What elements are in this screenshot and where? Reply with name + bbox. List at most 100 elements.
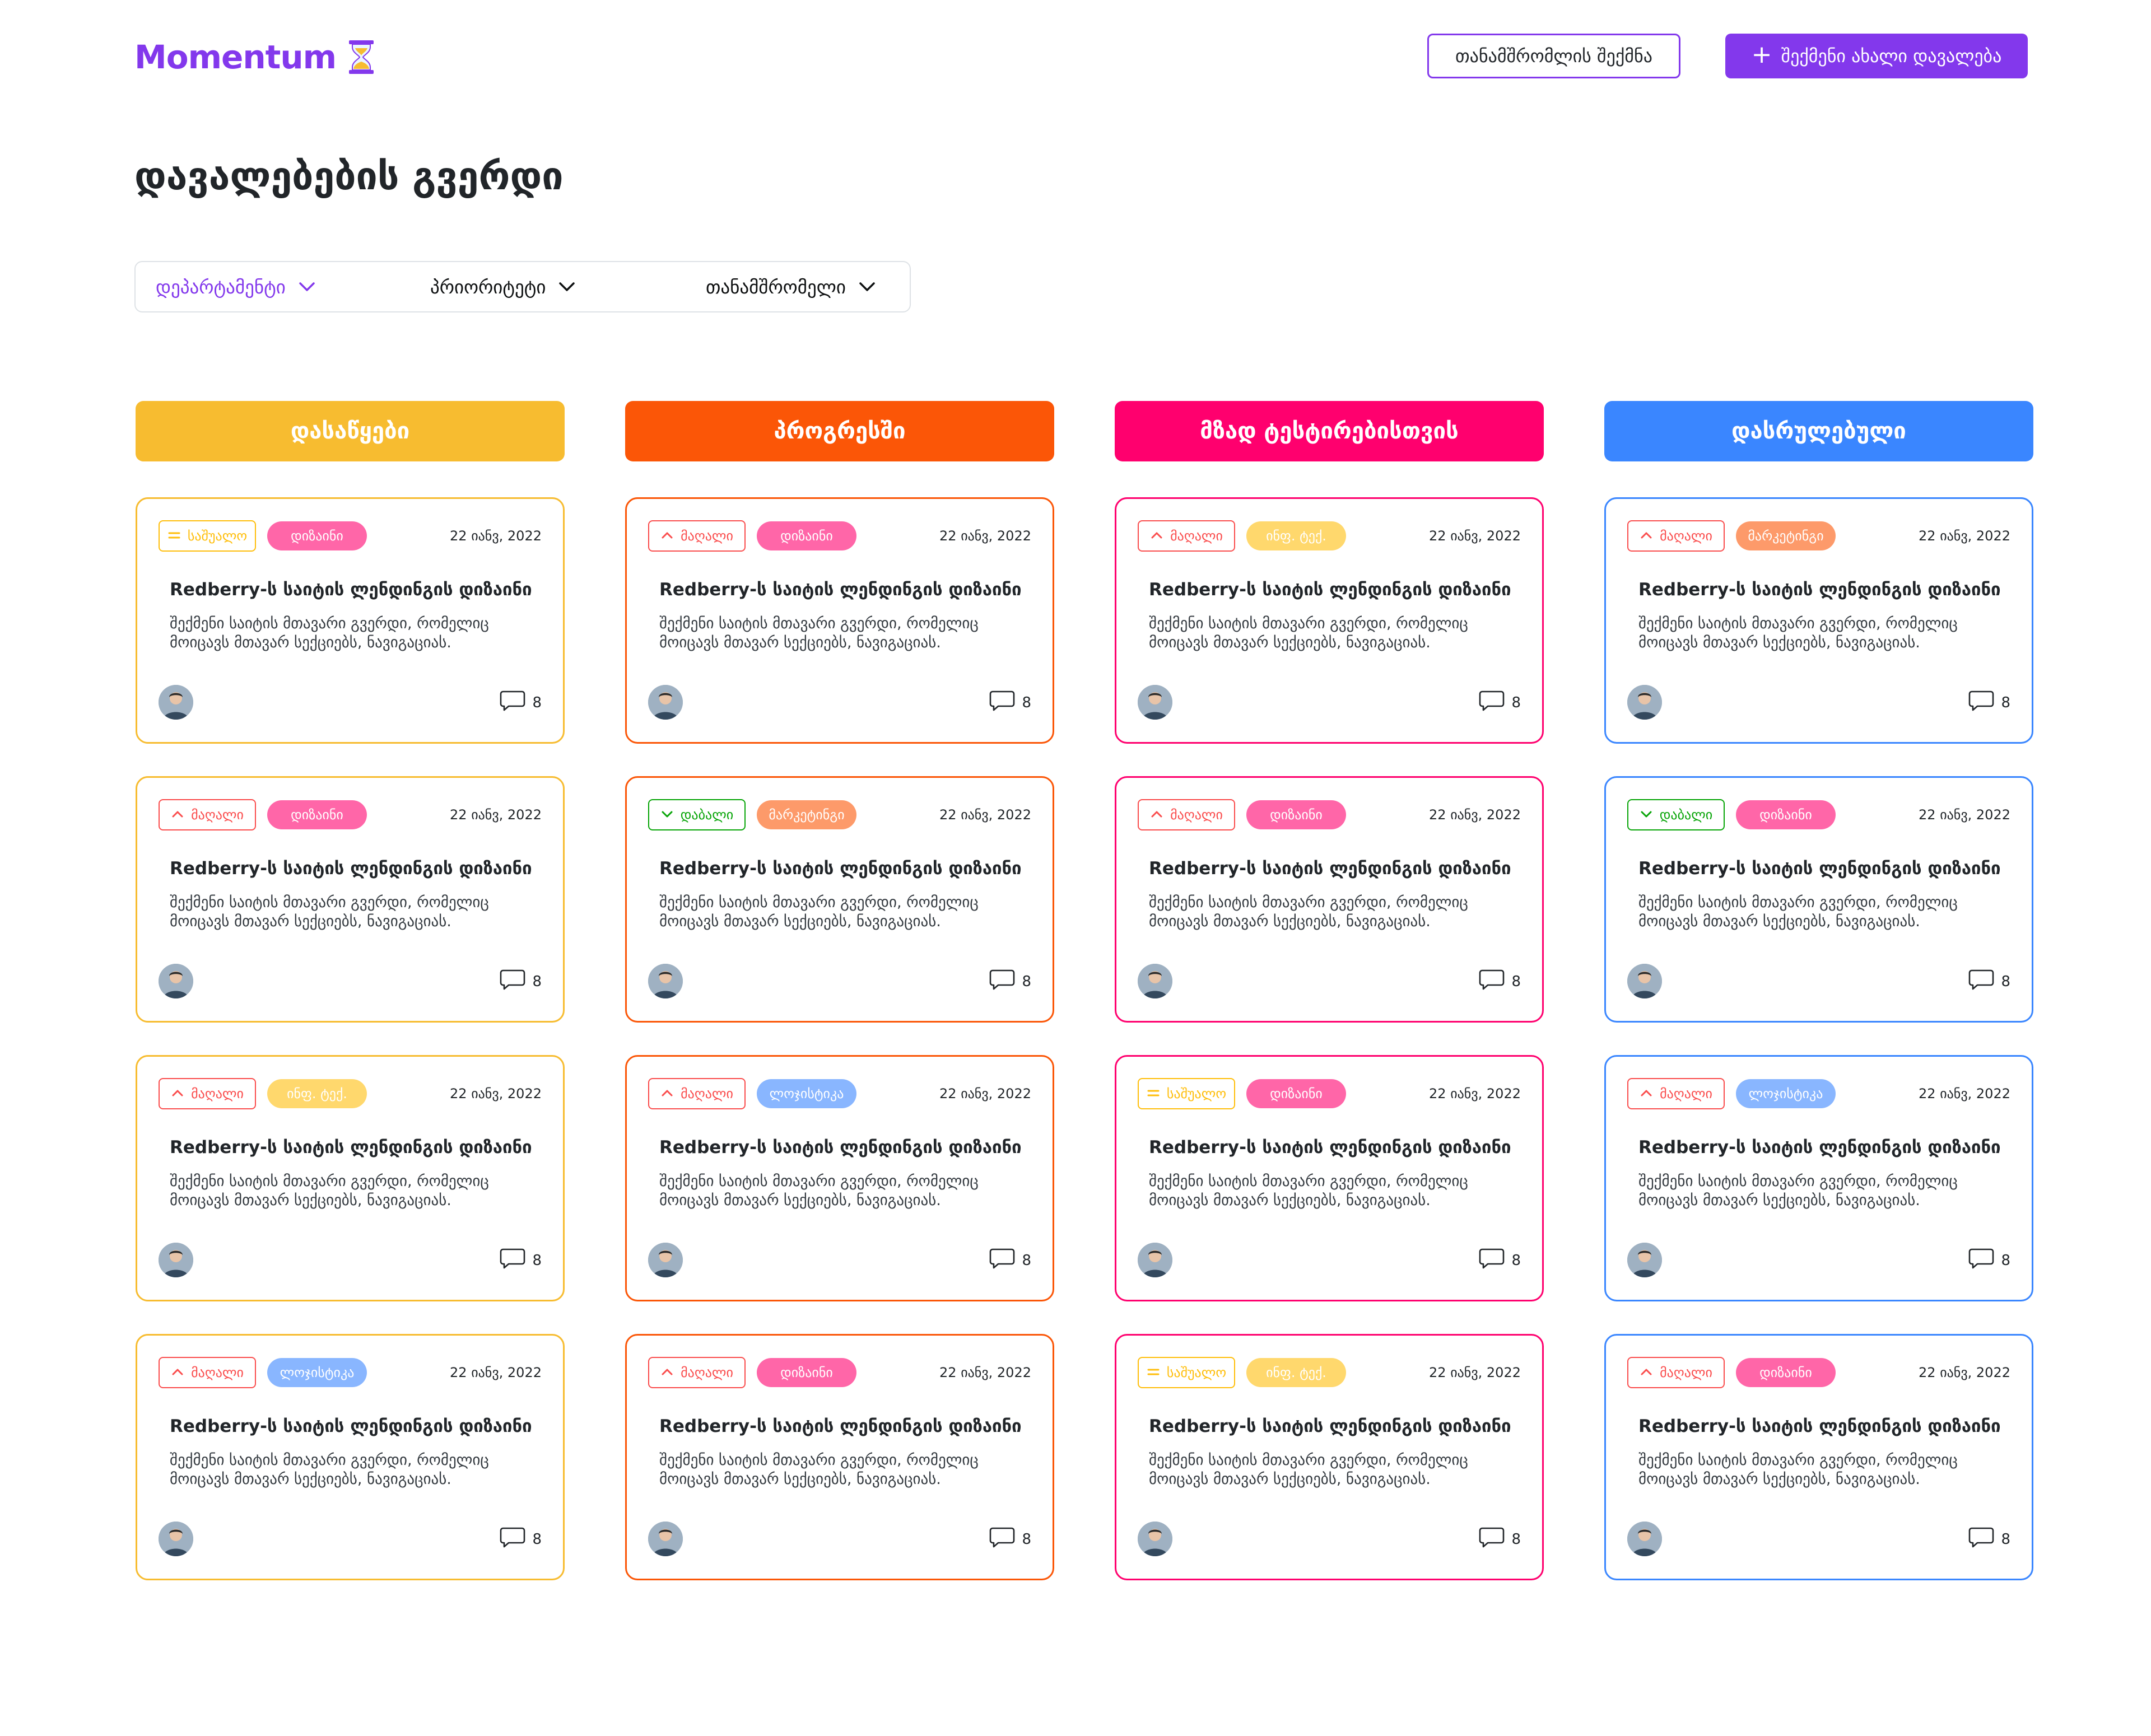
task-card[interactable]: მაღალი დიზაინი 22 იანვ, 2022 Redberry-ს … <box>625 1334 1054 1580</box>
priority-badge: დაბალი <box>1627 799 1725 830</box>
comments: 8 <box>1479 968 1521 995</box>
comment-icon <box>500 1526 525 1552</box>
plus-icon: + <box>1751 40 1772 69</box>
task-date: 22 იანვ, 2022 <box>450 528 542 544</box>
priority-label: მაღალი <box>681 1086 733 1102</box>
comment-count: 8 <box>2001 1252 2010 1269</box>
logo-text: Momentum <box>134 38 337 76</box>
task-card[interactable]: მაღალი ინფ. ტექ. 22 იანვ, 2022 Redberry-… <box>136 1055 565 1301</box>
comments: 8 <box>1479 1247 1521 1273</box>
filter-priority-label: პრიორიტეტი <box>430 276 546 298</box>
priority-label: მაღალი <box>681 1365 733 1380</box>
chevron-up-icon <box>1640 528 1653 544</box>
task-card[interactable]: მაღალი მარკეტინგი 22 იანვ, 2022 Redberry… <box>1604 497 2033 744</box>
task-title: Redberry-ს საიტის ლენდინგის დიზაინი <box>659 1416 1022 1436</box>
priority-label: დაბალი <box>680 807 734 823</box>
priority-label: მაღალი <box>191 1365 244 1380</box>
task-card[interactable]: მაღალი ინფ. ტექ. 22 იანვ, 2022 Redberry-… <box>1115 497 1544 744</box>
task-description: შექმენი საიტის მთავარი გვერდი, რომელიც მ… <box>1638 615 1958 651</box>
task-card[interactable]: საშუალო დიზაინი 22 იანვ, 2022 Redberry-ს… <box>1115 1055 1544 1301</box>
task-card[interactable]: დაბალი დიზაინი 22 იანვ, 2022 Redberry-ს … <box>1604 776 2033 1023</box>
comment-count: 8 <box>2001 694 2010 711</box>
department-badge: დიზაინი <box>1246 800 1346 829</box>
chevron-up-icon <box>171 807 184 823</box>
department-badge: ინფ. ტექ. <box>267 1079 367 1108</box>
avatar <box>159 964 193 998</box>
chevron-up-icon <box>1640 1365 1653 1380</box>
task-description: შექმენი საიტის მთავარი გვერდი, რომელიც მ… <box>170 615 489 651</box>
comments: 8 <box>1968 1526 2010 1552</box>
avatar <box>1627 964 1662 998</box>
task-card[interactable]: მაღალი ლოჯისტიკა 22 იანვ, 2022 Redberry-… <box>136 1334 565 1580</box>
task-date: 22 იანვ, 2022 <box>939 1365 1031 1380</box>
task-card[interactable]: დაბალი მარკეტინგი 22 იანვ, 2022 Redberry… <box>625 776 1054 1023</box>
task-title: Redberry-ს საიტის ლენდინგის დიზაინი <box>1149 580 1511 600</box>
task-card[interactable]: მაღალი დიზაინი 22 იანვ, 2022 Redberry-ს … <box>136 776 565 1023</box>
priority-badge: მაღალი <box>1627 520 1725 552</box>
comment-icon <box>989 968 1015 995</box>
avatar <box>1627 1243 1662 1277</box>
comment-icon <box>1479 1526 1505 1552</box>
comments: 8 <box>1479 689 1521 716</box>
task-card[interactable]: საშუალო დიზაინი 22 იანვ, 2022 Redberry-ს… <box>136 497 565 744</box>
task-date: 22 იანვ, 2022 <box>1429 1086 1521 1102</box>
department-badge: მარკეტინგი <box>757 800 856 829</box>
priority-badge: მაღალი <box>1627 1357 1725 1388</box>
priority-label: საშუალო <box>1166 1365 1227 1380</box>
chevron-down-icon <box>1640 807 1653 823</box>
task-title: Redberry-ს საიტის ლენდინგის დიზაინი <box>1149 1416 1511 1436</box>
department-badge: ინფ. ტექ. <box>1246 1358 1346 1387</box>
priority-label: მაღალი <box>191 1086 244 1102</box>
avatar <box>1138 1522 1172 1556</box>
department-badge: დიზაინი <box>1736 800 1836 829</box>
priority-label: მაღალი <box>1170 528 1223 544</box>
comments: 8 <box>1968 689 2010 716</box>
comment-icon <box>1968 968 1994 995</box>
logo[interactable]: Momentum <box>134 35 375 80</box>
filter-bar: დეპარტამენტი პრიორიტეტი თანამშრომელი <box>134 261 911 312</box>
comment-count: 8 <box>1022 1252 1031 1269</box>
priority-badge: მაღალი <box>1138 520 1235 552</box>
chevron-down-icon <box>559 282 575 291</box>
priority-label: მაღალი <box>1660 1086 1712 1102</box>
task-description: შექმენი საიტის მთავარი გვერდი, რომელიც მ… <box>1149 1173 1468 1209</box>
department-badge: დიზაინი <box>757 1358 856 1387</box>
task-card[interactable]: მაღალი დიზაინი 22 იანვ, 2022 Redberry-ს … <box>625 497 1054 744</box>
task-title: Redberry-ს საიტის ლენდინგის დიზაინი <box>170 1137 532 1158</box>
comments: 8 <box>500 1526 542 1552</box>
task-description: შექმენი საიტის მთავარი გვერდი, რომელიც მ… <box>1638 1452 1958 1488</box>
comment-count: 8 <box>532 694 542 711</box>
equals-icon <box>167 528 181 544</box>
comment-icon <box>1968 1247 1994 1273</box>
task-date: 22 იანვ, 2022 <box>1919 1365 2010 1380</box>
task-date: 22 იანვ, 2022 <box>450 807 542 823</box>
task-card[interactable]: მაღალი დიზაინი 22 იანვ, 2022 Redberry-ს … <box>1115 776 1544 1023</box>
chevron-down-icon <box>299 282 315 291</box>
task-card[interactable]: მაღალი ლოჯისტიკა 22 იანვ, 2022 Redberry-… <box>625 1055 1054 1301</box>
comment-count: 8 <box>1511 1530 1521 1548</box>
create-task-button[interactable]: + შექმენი ახალი დავალება <box>1725 34 2028 78</box>
priority-label: საშუალო <box>1166 1086 1227 1102</box>
task-card[interactable]: საშუალო ინფ. ტექ. 22 იანვ, 2022 Redberry… <box>1115 1334 1544 1580</box>
comment-count: 8 <box>1022 1530 1031 1548</box>
task-title: Redberry-ს საიტის ლენდინგის დიზაინი <box>659 580 1022 600</box>
comments: 8 <box>1968 968 2010 995</box>
avatar <box>1627 685 1662 720</box>
department-badge: დიზაინი <box>1736 1358 1836 1387</box>
task-card[interactable]: მაღალი დიზაინი 22 იანვ, 2022 Redberry-ს … <box>1604 1334 2033 1580</box>
comment-icon <box>1968 1526 1994 1552</box>
task-date: 22 იანვ, 2022 <box>1429 1365 1521 1380</box>
task-card[interactable]: მაღალი ლოჯისტიკა 22 იანვ, 2022 Redberry-… <box>1604 1055 2033 1301</box>
task-description: შექმენი საიტის მთავარი გვერდი, რომელიც მ… <box>1149 1452 1468 1488</box>
priority-badge: მაღალი <box>1138 799 1235 830</box>
filter-priority[interactable]: პრიორიტეტი <box>430 262 576 311</box>
task-date: 22 იანვ, 2022 <box>450 1086 542 1102</box>
avatar <box>648 1243 683 1277</box>
avatar <box>159 685 193 720</box>
comments: 8 <box>500 968 542 995</box>
filter-department[interactable]: დეპარტამენტი <box>156 262 316 311</box>
create-employee-button[interactable]: თანამშრომლის შექმნა <box>1427 34 1680 78</box>
filter-employee[interactable]: თანამშრომელი <box>706 262 876 311</box>
comment-count: 8 <box>1511 1252 1521 1269</box>
column-header: პროგრესში <box>625 401 1054 461</box>
